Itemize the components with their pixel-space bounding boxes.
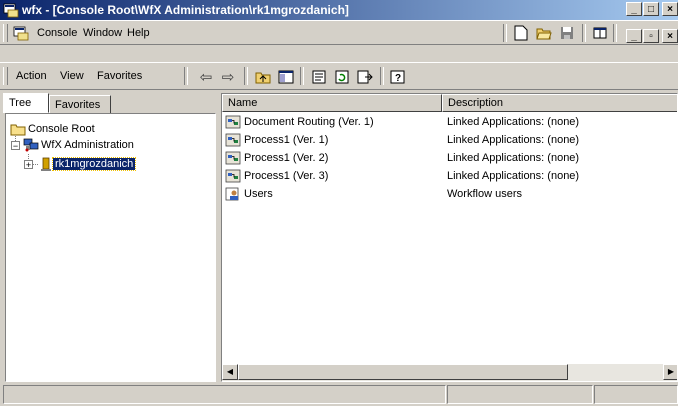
- save-console-button[interactable]: [557, 24, 577, 42]
- row-name: Users: [244, 188, 273, 200]
- new-console-button[interactable]: [511, 24, 531, 42]
- save-disk-icon: [561, 27, 573, 39]
- close-button[interactable]: ×: [662, 2, 678, 16]
- export-list-button[interactable]: [355, 68, 375, 86]
- process-icon: [225, 133, 241, 147]
- row-name-cell: Process1 (Ver. 2): [225, 151, 328, 165]
- svg-text:?: ?: [395, 73, 401, 84]
- menu-console[interactable]: Console: [37, 27, 77, 39]
- window-title: wfx - [Console Root\WfX Administration\r…: [22, 3, 349, 17]
- row-description: Linked Applications: (none): [447, 152, 580, 164]
- row-description: Linked Applications: (none): [447, 134, 580, 146]
- separator: [582, 24, 586, 42]
- help-icon: ?: [390, 70, 405, 84]
- separator: [503, 24, 507, 42]
- process-icon: [225, 115, 241, 129]
- title-bar[interactable]: wfx - [Console Root\WfX Administration\r…: [0, 0, 678, 20]
- row-description: Linked Applications: (none): [447, 170, 580, 182]
- up-one-level-button[interactable]: [253, 68, 273, 86]
- console-menu-icon: [13, 26, 29, 41]
- properties-icon: [312, 70, 326, 84]
- row-description: Workflow users: [447, 188, 522, 200]
- scroll-left-button[interactable]: ◀: [222, 364, 238, 380]
- toolbar-grip[interactable]: [3, 67, 8, 85]
- menu-view[interactable]: View: [60, 70, 84, 82]
- result-list[interactable]: Name Description Document Routing (Ver. …: [221, 93, 678, 382]
- table-row[interactable]: Process1 (Ver. 1) Linked Applications: (n…: [222, 132, 677, 150]
- minimize-button[interactable]: _: [626, 2, 642, 16]
- row-name: Process1 (Ver. 1): [244, 134, 329, 146]
- maximize-button[interactable]: □: [643, 2, 659, 16]
- menu-favorites[interactable]: Favorites: [97, 70, 142, 82]
- menu-help[interactable]: Help: [127, 27, 150, 39]
- mmc-app-icon: [3, 3, 19, 18]
- show-hide-tree-button[interactable]: [276, 68, 296, 86]
- new-window-icon: [593, 27, 607, 39]
- row-description: Linked Applications: (none): [447, 116, 580, 128]
- up-folder-icon: [255, 72, 271, 84]
- menubar-grip[interactable]: [3, 24, 8, 42]
- separator: [380, 67, 384, 85]
- column-header-name[interactable]: Name: [222, 94, 442, 112]
- help-button[interactable]: ?: [388, 68, 408, 86]
- status-bar-panel: [447, 385, 593, 404]
- scroll-thumb[interactable]: [238, 364, 568, 380]
- open-folder-icon: [536, 28, 552, 40]
- refresh-button[interactable]: [332, 68, 352, 86]
- export-list-icon: [357, 70, 373, 84]
- refresh-icon: [335, 70, 349, 84]
- status-bar-panel: [594, 385, 678, 404]
- tree-lines: [15, 136, 39, 165]
- back-button[interactable]: ⇦: [196, 68, 216, 86]
- process-icon: [225, 151, 241, 165]
- new-document-icon: [514, 25, 528, 41]
- separator: [244, 67, 248, 85]
- mdi-restore-button[interactable]: ▫: [643, 29, 659, 43]
- properties-button[interactable]: [309, 68, 329, 86]
- row-name-cell: Process1 (Ver. 1): [225, 133, 328, 147]
- table-row[interactable]: Users Workflow users: [222, 186, 677, 204]
- table-row[interactable]: Document Routing (Ver. 1) Linked Applicat…: [222, 114, 677, 132]
- menu-bar: Console Window Help _ ▫ ×: [0, 20, 678, 45]
- users-icon: [225, 187, 239, 201]
- menu-action[interactable]: Action: [16, 70, 47, 82]
- mdi-close-button[interactable]: ×: [662, 29, 678, 43]
- scroll-right-button[interactable]: ▶: [663, 364, 677, 380]
- action-toolbar: Action View Favorites ⇦ ⇨ ?: [0, 62, 678, 90]
- horizontal-scrollbar[interactable]: ◀ ▶: [222, 364, 677, 381]
- column-header-description[interactable]: Description: [442, 94, 677, 112]
- tab-favorites[interactable]: Favorites: [49, 95, 111, 115]
- table-row[interactable]: Process1 (Ver. 2) Linked Applications: (n…: [222, 150, 677, 168]
- row-name-cell: Process1 (Ver. 3): [225, 169, 328, 183]
- separator: [184, 67, 188, 85]
- new-window-button[interactable]: [590, 24, 610, 42]
- table-row[interactable]: Process1 (Ver. 3) Linked Applications: (n…: [222, 168, 677, 186]
- console-tree-icon: [278, 70, 294, 84]
- row-name: Process1 (Ver. 2): [244, 152, 329, 164]
- mdi-minimize-button[interactable]: _: [626, 29, 642, 43]
- forward-button[interactable]: ⇨: [218, 68, 238, 86]
- separator: [300, 67, 304, 85]
- row-name: Process1 (Ver. 3): [244, 170, 329, 182]
- separator: [613, 24, 617, 42]
- row-name-cell: Document Routing (Ver. 1): [225, 115, 374, 129]
- status-bar-main: [3, 385, 446, 404]
- tab-tree[interactable]: Tree: [3, 93, 49, 113]
- row-name-cell: Users: [225, 187, 273, 201]
- menu-window[interactable]: Window: [83, 27, 122, 39]
- row-name: Document Routing (Ver. 1): [244, 116, 374, 128]
- console-tree[interactable]: Console Root − WfX Administration + rk1m…: [5, 113, 216, 382]
- open-console-button[interactable]: [534, 24, 554, 42]
- process-icon: [225, 169, 241, 183]
